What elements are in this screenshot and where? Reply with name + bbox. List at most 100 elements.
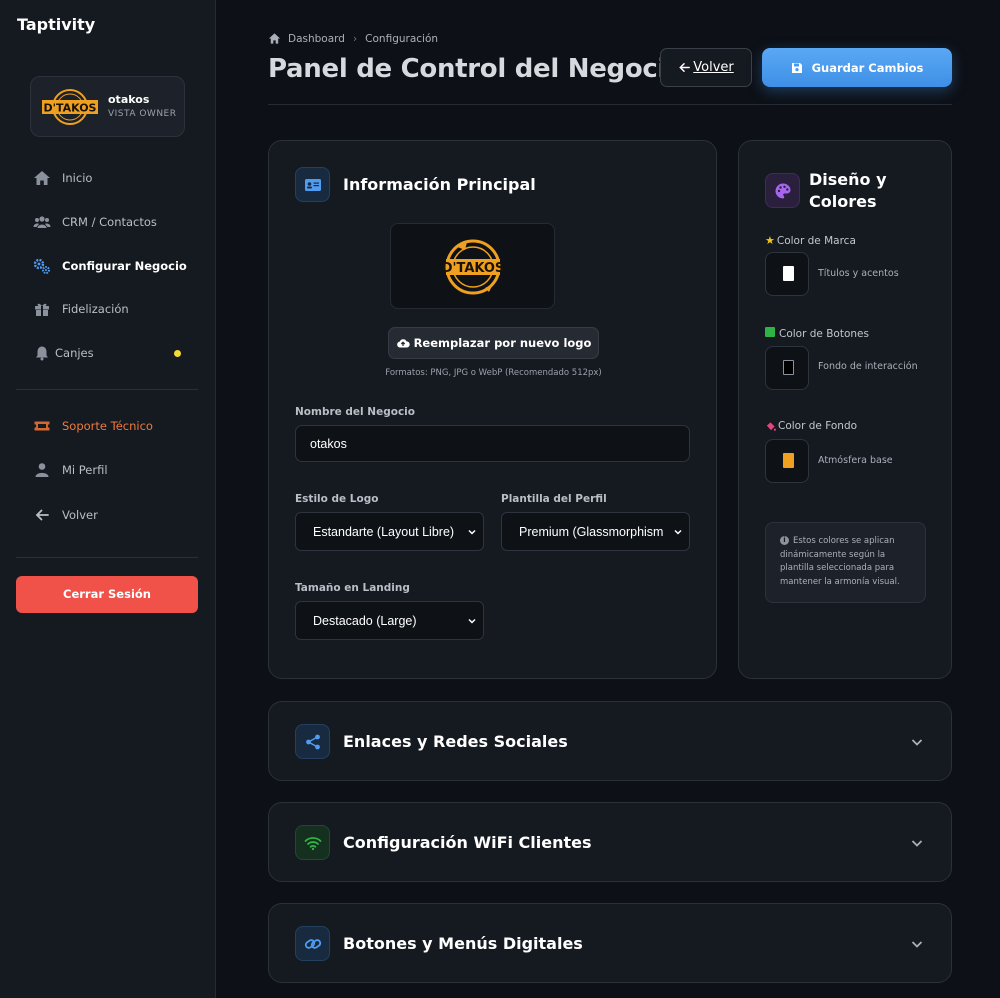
replace-logo-button[interactable]: Reemplazar por nuevo logo: [388, 327, 599, 359]
accordion-social-links[interactable]: Enlaces y Redes Sociales: [268, 701, 952, 781]
logout-button[interactable]: Cerrar Sesión: [16, 576, 198, 613]
arrow-left-icon: [679, 63, 691, 72]
color-info-note: i Estos colores se aplican dinámicamente …: [765, 522, 926, 603]
profile-template-value: Premium (Glassmorphism: [519, 524, 664, 539]
save-changes-button[interactable]: Guardar Cambios: [762, 48, 952, 87]
sidebar-item-label: Configurar Negocio: [62, 259, 187, 273]
chevron-down-icon[interactable]: [910, 735, 924, 749]
replace-logo-label: Reemplazar por nuevo logo: [413, 336, 592, 350]
sidebar-item-soporte[interactable]: Soporte Técnico: [33, 415, 153, 437]
chevron-down-icon: [468, 529, 476, 535]
brand-color-label-text: Color de Marca: [776, 234, 856, 247]
accordion-title: Botones y Menús Digitales: [343, 934, 583, 953]
paint-bucket-icon: [766, 421, 776, 431]
sidebar-item-fidelizacion[interactable]: Fidelización: [33, 298, 129, 320]
page-title: Panel de Control del Negocio: [268, 54, 684, 84]
sidebar-item-label: Mi Perfil: [62, 463, 108, 477]
arrow-left-icon: [35, 509, 49, 521]
chevron-down-icon[interactable]: [910, 937, 924, 951]
sidebar-item-label: Canjes: [55, 346, 94, 360]
notification-dot: [174, 350, 181, 357]
breadcrumb: Dashboard › Configuración: [268, 32, 438, 45]
sidebar-item-configurar-negocio[interactable]: Configurar Negocio: [33, 255, 187, 277]
users-icon: [33, 216, 51, 228]
profile-template-select[interactable]: Premium (Glassmorphism: [501, 512, 690, 551]
accordion-title: Enlaces y Redes Sociales: [343, 732, 568, 751]
link-icon: [304, 938, 321, 949]
accordion-wifi[interactable]: Configuración WiFi Clientes: [268, 802, 952, 882]
business-name-input[interactable]: [295, 425, 690, 462]
breadcrumb-configuracion: Configuración: [365, 32, 439, 45]
accordion-digital-menus[interactable]: Botones y Menús Digitales: [268, 903, 952, 983]
sidebar-item-inicio[interactable]: Inicio: [33, 167, 92, 189]
brand-color-label: ★ Color de Marca: [765, 234, 856, 247]
design-title-line1: Diseño y: [809, 170, 887, 189]
button-color-picker[interactable]: [765, 346, 809, 390]
profile-name: otakos: [108, 93, 150, 106]
background-color-label-text: Color de Fondo: [778, 420, 858, 432]
user-icon: [35, 463, 49, 477]
logo-style-select[interactable]: Estandarte (Layout Libre): [295, 512, 484, 551]
brand-color-swatch: [783, 266, 794, 281]
sidebar-divider: [16, 557, 198, 558]
id-card-icon: [304, 178, 321, 191]
cloud-upload-icon: [396, 339, 410, 348]
chevron-right-icon: ›: [352, 32, 358, 45]
profile-card[interactable]: D'TAKOS otakos VISTA OWNER: [30, 76, 185, 137]
info-icon: i: [780, 536, 789, 545]
sidebar-item-crm[interactable]: CRM / Contactos: [33, 211, 157, 233]
palette-icon-box: [765, 173, 800, 208]
button-color-desc: Fondo de interacción: [818, 361, 918, 372]
ticket-icon: [34, 421, 50, 431]
logo-style-value: Estandarte (Layout Libre): [313, 524, 455, 539]
background-color-picker[interactable]: [765, 439, 809, 483]
formats-hint: Formatos: PNG, JPG o WebP (Recomendado 5…: [385, 368, 602, 378]
breadcrumb-dashboard[interactable]: Dashboard: [288, 33, 345, 45]
header-divider: [268, 104, 952, 105]
profile-role: VISTA OWNER: [108, 109, 177, 119]
sidebar-item-mi-perfil[interactable]: Mi Perfil: [33, 459, 108, 481]
sidebar: Taptivity D'TAKOS otakos VISTA OWNER Ini…: [0, 0, 216, 998]
sidebar-item-label: Soporte Técnico: [62, 419, 153, 433]
logo-style-label: Estilo de Logo: [295, 493, 379, 505]
link-icon-box: [295, 926, 330, 961]
brand-logo[interactable]: Taptivity: [17, 15, 95, 34]
sidebar-item-volver[interactable]: Volver: [33, 504, 98, 526]
back-button-label: Volver: [693, 60, 734, 75]
share-icon-box: [295, 724, 330, 759]
share-icon: [305, 734, 320, 749]
brand-color-desc: Títulos y acentos: [818, 268, 899, 279]
logo-preview: D'TAKOS: [390, 223, 555, 309]
background-color-swatch: [783, 453, 794, 468]
home-icon: [34, 171, 50, 185]
id-card-icon-box: [295, 167, 330, 202]
accordion-title: Configuración WiFi Clientes: [343, 833, 592, 852]
button-color-swatch: [783, 360, 794, 375]
gears-icon: [33, 258, 50, 274]
gift-icon: [35, 303, 49, 316]
design-colors-panel: Diseño y Colores ★ Color de Marca Título…: [738, 140, 952, 679]
sidebar-divider: [16, 389, 198, 390]
business-name-label: Nombre del Negocio: [295, 406, 415, 418]
wifi-icon-box: [295, 825, 330, 860]
logo-text: D'TAKOS: [442, 261, 505, 276]
color-info-text: Estos colores se aplican dinámicamente s…: [780, 536, 900, 587]
sidebar-item-label: Volver: [62, 508, 98, 522]
bell-icon: [36, 346, 48, 361]
sidebar-item-label: Inicio: [62, 171, 93, 185]
button-color-label-text: Color de Botones: [779, 327, 869, 340]
landing-size-select[interactable]: Destacado (Large): [295, 601, 484, 640]
brand-color-picker[interactable]: [765, 252, 809, 296]
landing-size-value: Destacado (Large): [313, 613, 417, 628]
sidebar-item-label: CRM / Contactos: [62, 215, 157, 229]
back-button[interactable]: Volver: [660, 48, 752, 87]
home-icon[interactable]: [268, 32, 281, 45]
wifi-icon: [304, 836, 321, 850]
design-title: Diseño y Colores: [809, 169, 887, 213]
background-color-desc: Atmósfera base: [818, 455, 893, 466]
green-square-icon: [765, 327, 777, 340]
chevron-down-icon[interactable]: [910, 836, 924, 850]
button-color-label: Color de Botones: [765, 327, 869, 340]
background-color-label: Color de Fondo: [765, 420, 857, 432]
sidebar-item-canjes[interactable]: Canjes: [33, 342, 94, 364]
